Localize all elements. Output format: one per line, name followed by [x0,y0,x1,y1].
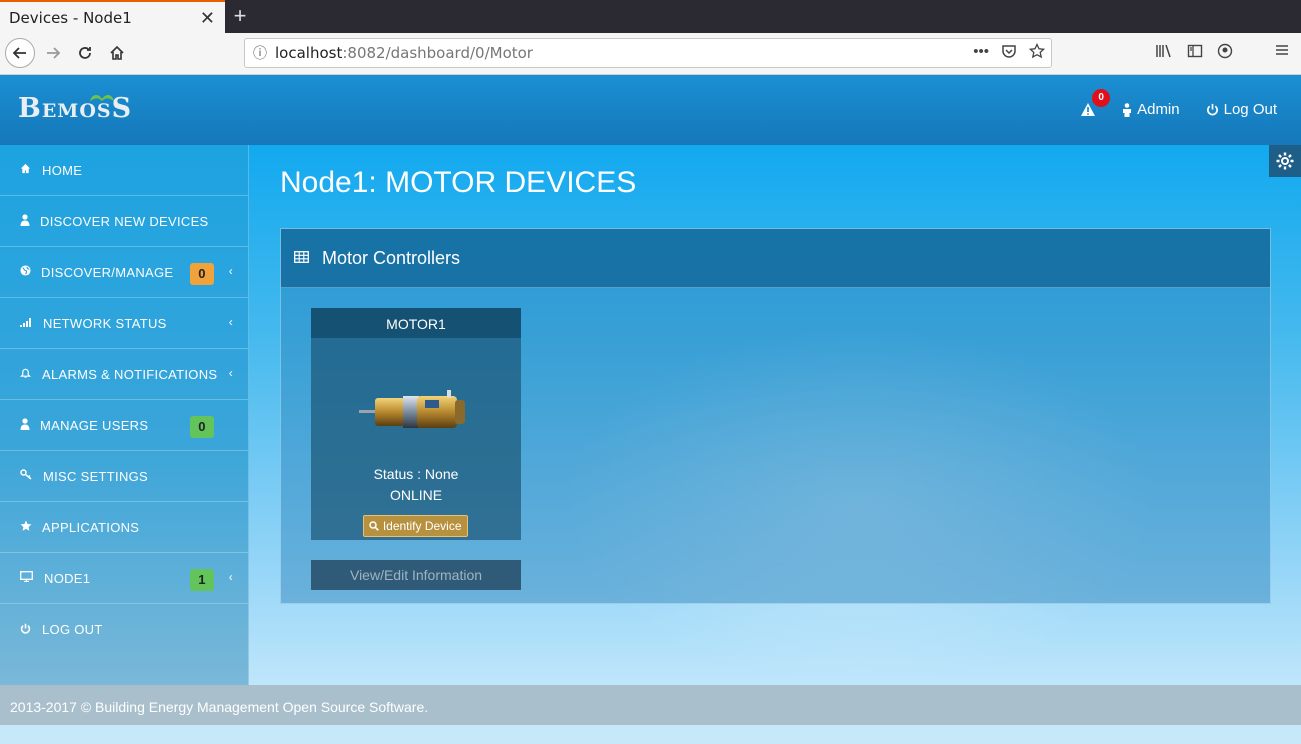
sidebar-item-alarms-notifications[interactable]: ALARMS & NOTIFICATIONS ‹ [0,349,248,400]
chevron-left-icon: ‹ [228,264,233,278]
url-actions: ••• [973,43,1045,60]
url-bar[interactable]: ⓘ localhost:8082/dashboard/0/Motor ••• [244,38,1052,68]
header-actions: 0 Admin Log Out [1080,88,1277,118]
pocket-icon[interactable] [1001,43,1017,59]
url-host: localhost [275,44,343,62]
account-icon[interactable] [1217,43,1233,59]
user-icon [20,417,40,433]
star-icon [20,520,42,535]
arrow-right-icon [47,47,61,59]
browser-navbar: ⓘ localhost:8082/dashboard/0/Motor ••• [0,33,1301,75]
sidebar-item-discover-manage[interactable]: DISCOVER/MANAGE 0 ‹ [0,247,248,298]
device-status: Status : None [373,466,459,482]
admin-link[interactable]: Admin [1122,101,1180,118]
chevron-left-icon: ‹ [228,366,233,380]
home-icon [110,45,124,60]
power-icon [1206,103,1218,116]
user-icon [20,213,40,229]
identify-device-label: Identify Device [382,519,462,533]
logout-link[interactable]: Log Out [1206,101,1277,118]
gear-icon [1276,152,1294,170]
more-actions-icon[interactable]: ••• [973,43,989,60]
sidebar: HOME DISCOVER NEW DEVICES DISCOVER/MANAG… [0,145,249,685]
users-count-badge: 0 [190,416,214,438]
sidebar-item-label: MISC SETTINGS [43,468,149,484]
sidebar-item-log-out[interactable]: LOG OUT [0,604,248,655]
panel-header: Motor Controllers [281,229,1270,288]
search-icon [369,521,380,531]
menu-icon[interactable] [1275,43,1289,57]
page-bottom-strip [0,725,1301,744]
discover-count-badge: 0 [190,263,214,285]
new-tab-button[interactable]: + [230,3,250,29]
key-icon [20,469,43,483]
sidebar-item-applications[interactable]: APPLICATIONS [0,502,248,553]
monitor-icon [20,571,44,585]
browser-tabbar: Devices - Node1 ✕ + [0,0,1301,33]
page-title: Node1: MOTOR DEVICES [280,166,637,199]
home-icon [20,163,42,177]
view-edit-information-button[interactable]: View/Edit Information [311,560,521,590]
library-icon[interactable] [1155,43,1173,59]
device-card: MOTOR1 Status : None ONLINE Identify Dev… [311,308,521,540]
toolbar-icons [1155,43,1289,59]
sidebar-item-label: LOG OUT [42,622,103,637]
alerts-button[interactable]: 0 [1080,88,1111,118]
sidebar-item-label: APPLICATIONS [42,519,140,535]
power-icon [20,623,42,637]
close-tab-icon[interactable]: ✕ [200,8,215,29]
footer: 2013-2017 © Building Energy Management O… [0,685,1301,725]
settings-gear-button[interactable] [1269,145,1301,177]
url-path: :8082/dashboard/0/Motor [342,44,533,62]
device-name: MOTOR1 [311,308,521,338]
arrow-left-icon [12,47,26,59]
browser-tab[interactable]: Devices - Node1 ✕ [0,0,225,33]
device-online-state: ONLINE [389,487,443,503]
sidebar-item-label: NETWORK STATUS [43,315,167,331]
identify-device-button[interactable]: Identify Device [363,515,468,537]
motor-image [359,390,465,428]
bemoss-logo[interactable]: BemosS [18,93,168,129]
reload-icon [79,47,91,59]
sidebar-item-manage-users[interactable]: MANAGE USERS 0 [0,400,248,451]
home-button[interactable] [102,38,132,68]
sidebar-item-label: HOME [42,162,83,178]
sidebar-item-label: DISCOVER/MANAGE [41,264,174,280]
user-icon [1123,102,1132,117]
leaf-icon [90,95,114,101]
alert-count-badge: 0 [1092,88,1111,107]
app-header: BemosS 0 Admin Log Out [0,75,1301,145]
chevron-left-icon: ‹ [228,315,233,329]
sidebar-item-label: MANAGE USERS [40,417,149,433]
info-icon[interactable]: ⓘ [245,43,275,63]
forward-button[interactable] [38,38,68,68]
back-button[interactable] [5,38,35,68]
sidebar-item-label: ALARMS & NOTIFICATIONS [42,366,218,382]
logout-label: Log Out [1223,101,1277,118]
sidebar-item-node1[interactable]: NODE1 1 ‹ [0,553,248,604]
sidebar-item-network-status[interactable]: NETWORK STATUS ‹ [0,298,248,349]
admin-label: Admin [1137,101,1180,118]
sidebar-item-home[interactable]: HOME [0,145,248,196]
sidebar-item-misc-settings[interactable]: MISC SETTINGS [0,451,248,502]
reload-button[interactable] [70,38,100,68]
bell-icon [19,367,42,382]
signal-icon [20,316,43,330]
tab-title: Devices - Node1 [9,8,132,27]
table-icon [294,250,322,266]
url-text: localhost:8082/dashboard/0/Motor [275,44,533,62]
chevron-left-icon: ‹ [228,570,233,584]
globe-icon [20,265,41,279]
bookmark-star-icon[interactable] [1029,43,1045,59]
sidebar-icon[interactable] [1187,43,1203,59]
sidebar-item-label: DISCOVER NEW DEVICES [40,213,209,229]
sidebar-item-discover-new-devices[interactable]: DISCOVER NEW DEVICES [0,196,248,247]
panel-title: Motor Controllers [322,247,461,268]
sidebar-item-label: NODE1 [44,570,91,586]
node-count-badge: 1 [190,569,214,591]
motor-controllers-panel: Motor Controllers MOTOR1 Status: None O… [280,228,1271,604]
